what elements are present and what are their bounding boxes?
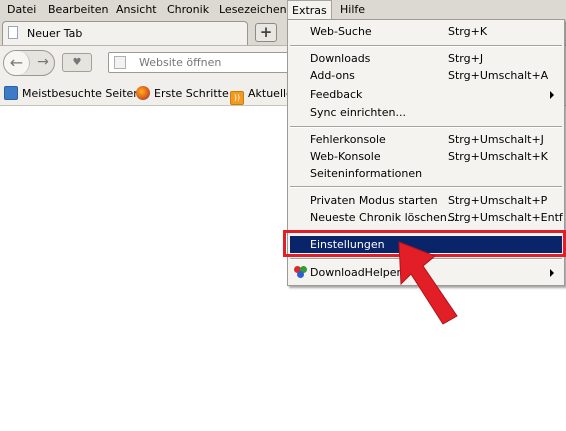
menu-item-private-mode[interactable]: Privaten Modus starten Strg+Umschalt+P bbox=[290, 192, 562, 209]
bookmark-most-visited[interactable]: Meistbesuchte Seiten bbox=[4, 86, 140, 102]
bookmark-label: Meistbesuchte Seiten bbox=[22, 87, 141, 100]
tab-label: Neuer Tab bbox=[27, 27, 83, 40]
menu-item-label: Downloads bbox=[310, 52, 371, 65]
menu-lesezeichen[interactable]: Lesezeichen bbox=[215, 0, 291, 20]
menu-item-shortcut: Strg+Umschalt+K bbox=[448, 150, 548, 163]
menu-item-label: Web-Konsole bbox=[310, 150, 381, 163]
bookmark-label: Erste Schritte bbox=[154, 87, 229, 100]
bookmark-latest[interactable]: )) Aktuelle bbox=[230, 86, 293, 105]
menu-item-label: Seiteninformationen bbox=[310, 167, 423, 180]
menu-extras[interactable]: Extras bbox=[287, 0, 332, 20]
menu-item-error-console[interactable]: Fehlerkonsole Strg+Umschalt+J bbox=[290, 131, 562, 148]
menu-item-addons[interactable]: Add-ons Strg+Umschalt+A bbox=[290, 67, 562, 84]
menu-item-web-search[interactable]: Web-Suche Strg+K bbox=[290, 23, 562, 40]
menu-chronik[interactable]: Chronik bbox=[163, 0, 213, 20]
menu-item-downloads[interactable]: Downloads Strg+J bbox=[290, 50, 562, 67]
menu-hilfe[interactable]: Hilfe bbox=[336, 0, 369, 20]
menu-item-label: DownloadHelper bbox=[310, 266, 402, 279]
menu-separator bbox=[290, 45, 562, 47]
back-button[interactable]: ← bbox=[4, 51, 30, 75]
bookmark-first-steps[interactable]: Erste Schritte bbox=[136, 86, 229, 102]
menu-datei[interactable]: Datei bbox=[3, 0, 40, 20]
menu-item-page-info[interactable]: Seiteninformationen bbox=[290, 165, 562, 182]
menu-item-shortcut: Strg+Umschalt+Entf bbox=[448, 211, 563, 224]
downloadhelper-icon bbox=[294, 266, 308, 279]
menu-separator bbox=[290, 126, 562, 128]
menu-item-shortcut: Strg+J bbox=[448, 52, 484, 65]
menu-item-sync[interactable]: Sync einrichten... bbox=[290, 104, 562, 121]
forward-button[interactable]: → bbox=[32, 51, 54, 75]
heart-icon: ♥ bbox=[72, 57, 82, 68]
menu-separator bbox=[290, 186, 562, 188]
page-icon bbox=[114, 56, 126, 69]
most-visited-icon bbox=[4, 86, 18, 100]
menu-bar: Datei Bearbeiten Ansicht Chronik Lesezei… bbox=[0, 0, 566, 20]
annotation-arrow-icon bbox=[398, 241, 458, 325]
menu-item-shortcut: Strg+Umschalt+J bbox=[448, 133, 544, 146]
menu-item-label: Fehlerkonsole bbox=[310, 133, 386, 146]
back-forward-group: ← → bbox=[3, 50, 55, 76]
menu-item-shortcut: Strg+Umschalt+A bbox=[448, 69, 549, 82]
forward-arrow-icon: → bbox=[37, 54, 49, 70]
submenu-arrow-icon bbox=[550, 269, 554, 277]
menu-ansicht[interactable]: Ansicht bbox=[112, 0, 161, 20]
menu-item-label: Feedback bbox=[310, 88, 363, 101]
menu-bearbeiten[interactable]: Bearbeiten bbox=[44, 0, 112, 20]
url-bar[interactable] bbox=[108, 52, 298, 73]
menu-item-label: Privaten Modus starten bbox=[310, 194, 438, 207]
menu-item-label: Add-ons bbox=[310, 69, 355, 82]
url-input[interactable] bbox=[139, 54, 289, 71]
document-icon bbox=[8, 26, 18, 39]
tab-new-tab[interactable]: Neuer Tab bbox=[2, 21, 248, 45]
firefox-icon bbox=[136, 86, 150, 100]
menu-item-shortcut: Strg+Umschalt+P bbox=[448, 194, 548, 207]
new-tab-button[interactable]: + bbox=[255, 23, 277, 42]
back-arrow-icon: ← bbox=[9, 53, 24, 72]
menu-item-label: Sync einrichten... bbox=[310, 106, 406, 119]
menu-item-shortcut: Strg+K bbox=[448, 25, 488, 38]
menu-item-clear-history[interactable]: Neueste Chronik löschen... Strg+Umschalt… bbox=[290, 209, 563, 226]
menu-item-label: Neueste Chronik löschen... bbox=[310, 211, 458, 224]
bookmark-star-button[interactable]: ♥ bbox=[62, 53, 92, 72]
submenu-arrow-icon bbox=[550, 91, 554, 99]
menu-item-feedback[interactable]: Feedback bbox=[290, 86, 562, 103]
menu-item-web-console[interactable]: Web-Konsole Strg+Umschalt+K bbox=[290, 148, 562, 165]
rss-icon: )) bbox=[230, 91, 244, 105]
menu-item-label: Web-Suche bbox=[310, 25, 372, 38]
